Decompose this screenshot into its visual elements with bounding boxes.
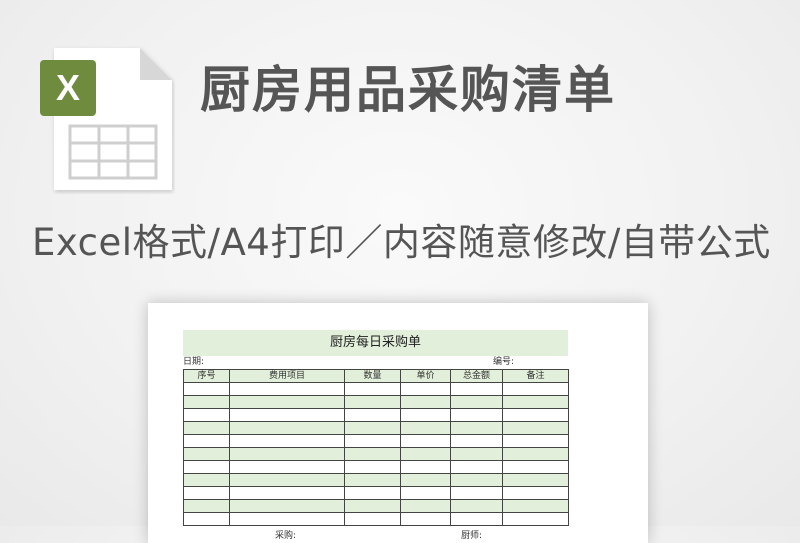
table-cell [344,499,401,513]
table-cell [502,434,569,448]
chef-label: 厨师: [461,531,483,541]
table-cell [450,486,503,500]
column-header: 费用项目 [229,369,345,383]
table-cell [450,460,503,474]
table-row [183,408,569,422]
table-cell [183,421,230,435]
excel-file-icon: X [40,48,172,190]
table-cell [502,421,569,435]
table-cell [183,447,230,461]
table-cell [450,408,503,422]
sheet-title: 厨房每日采购单 [183,330,568,356]
table-cell [450,499,503,513]
table-cell [502,382,569,396]
table-cell [229,408,345,422]
column-header: 序号 [183,369,230,383]
table-row [183,486,569,500]
table-cell [502,512,569,526]
table-cell [183,408,230,422]
table-header-row: 序号 费用项目 数量 单价 总金额 备注 [183,369,569,383]
table-cell [344,395,401,409]
column-header: 数量 [344,369,401,383]
purchase-table: 序号 费用项目 数量 单价 总金额 备注 [183,369,569,526]
date-label: 日期: [183,357,205,367]
table-row [183,421,569,435]
column-header: 总金额 [450,369,503,383]
table-row [183,434,569,448]
table-row [183,382,569,396]
table-cell [400,512,451,526]
table-row [183,499,569,513]
table-cell [450,395,503,409]
table-cell [450,421,503,435]
table-cell [183,512,230,526]
table-cell [400,447,451,461]
table-cell [229,512,345,526]
table-cell [229,447,345,461]
number-label: 编号: [493,357,515,367]
table-cell [229,382,345,396]
table-cell [450,473,503,487]
table-cell [400,499,451,513]
table-cell [450,512,503,526]
table-cell [400,421,451,435]
purchaser-label: 采购: [275,531,297,541]
column-header: 单价 [400,369,451,383]
table-cell [400,382,451,396]
table-cell [229,473,345,487]
table-cell [183,434,230,448]
table-cell [450,434,503,448]
spreadsheet-preview: 厨房每日采购单 日期: 编号: 序号 费用项目 数量 单价 总金额 备注 采购:… [148,303,648,543]
table-cell [450,447,503,461]
table-cell [502,499,569,513]
table-cell [183,460,230,474]
table-cell [400,486,451,500]
table-row [183,512,569,526]
table-cell [344,434,401,448]
table-cell [450,382,503,396]
table-cell [344,447,401,461]
excel-x-letter: X [56,67,80,108]
table-cell [502,447,569,461]
table-cell [344,421,401,435]
table-cell [183,382,230,396]
table-cell [344,460,401,474]
table-row [183,460,569,474]
table-cell [400,473,451,487]
column-header: 备注 [502,369,569,383]
table-cell [229,499,345,513]
table-cell [229,460,345,474]
table-cell [344,382,401,396]
table-cell [502,486,569,500]
table-cell [502,408,569,422]
table-row [183,395,569,409]
table-cell [400,434,451,448]
table-cell [344,473,401,487]
sheet-footer: 采购: 厨师: [183,526,568,541]
table-row [183,473,569,487]
page-title: 厨房用品采购清单 [200,61,616,119]
page-subtitle: Excel格式/A4打印／内容随意修改/自带公式 [32,221,771,264]
table-row [183,447,569,461]
table-cell [344,512,401,526]
table-cell [344,408,401,422]
table-cell [400,408,451,422]
table-cell [183,499,230,513]
table-cell [400,395,451,409]
table-cell [229,395,345,409]
purchase-sheet: 厨房每日采购单 日期: 编号: 序号 费用项目 数量 单价 总金额 备注 采购:… [183,330,569,541]
table-cell [183,486,230,500]
table-cell [229,434,345,448]
table-cell [502,460,569,474]
table-cell [344,486,401,500]
table-cell [400,460,451,474]
sheet-meta-row: 日期: 编号: [183,356,568,369]
table-cell [183,473,230,487]
table-cell [502,395,569,409]
table-cell [502,473,569,487]
table-cell [183,395,230,409]
table-cell [229,486,345,500]
table-cell [229,421,345,435]
